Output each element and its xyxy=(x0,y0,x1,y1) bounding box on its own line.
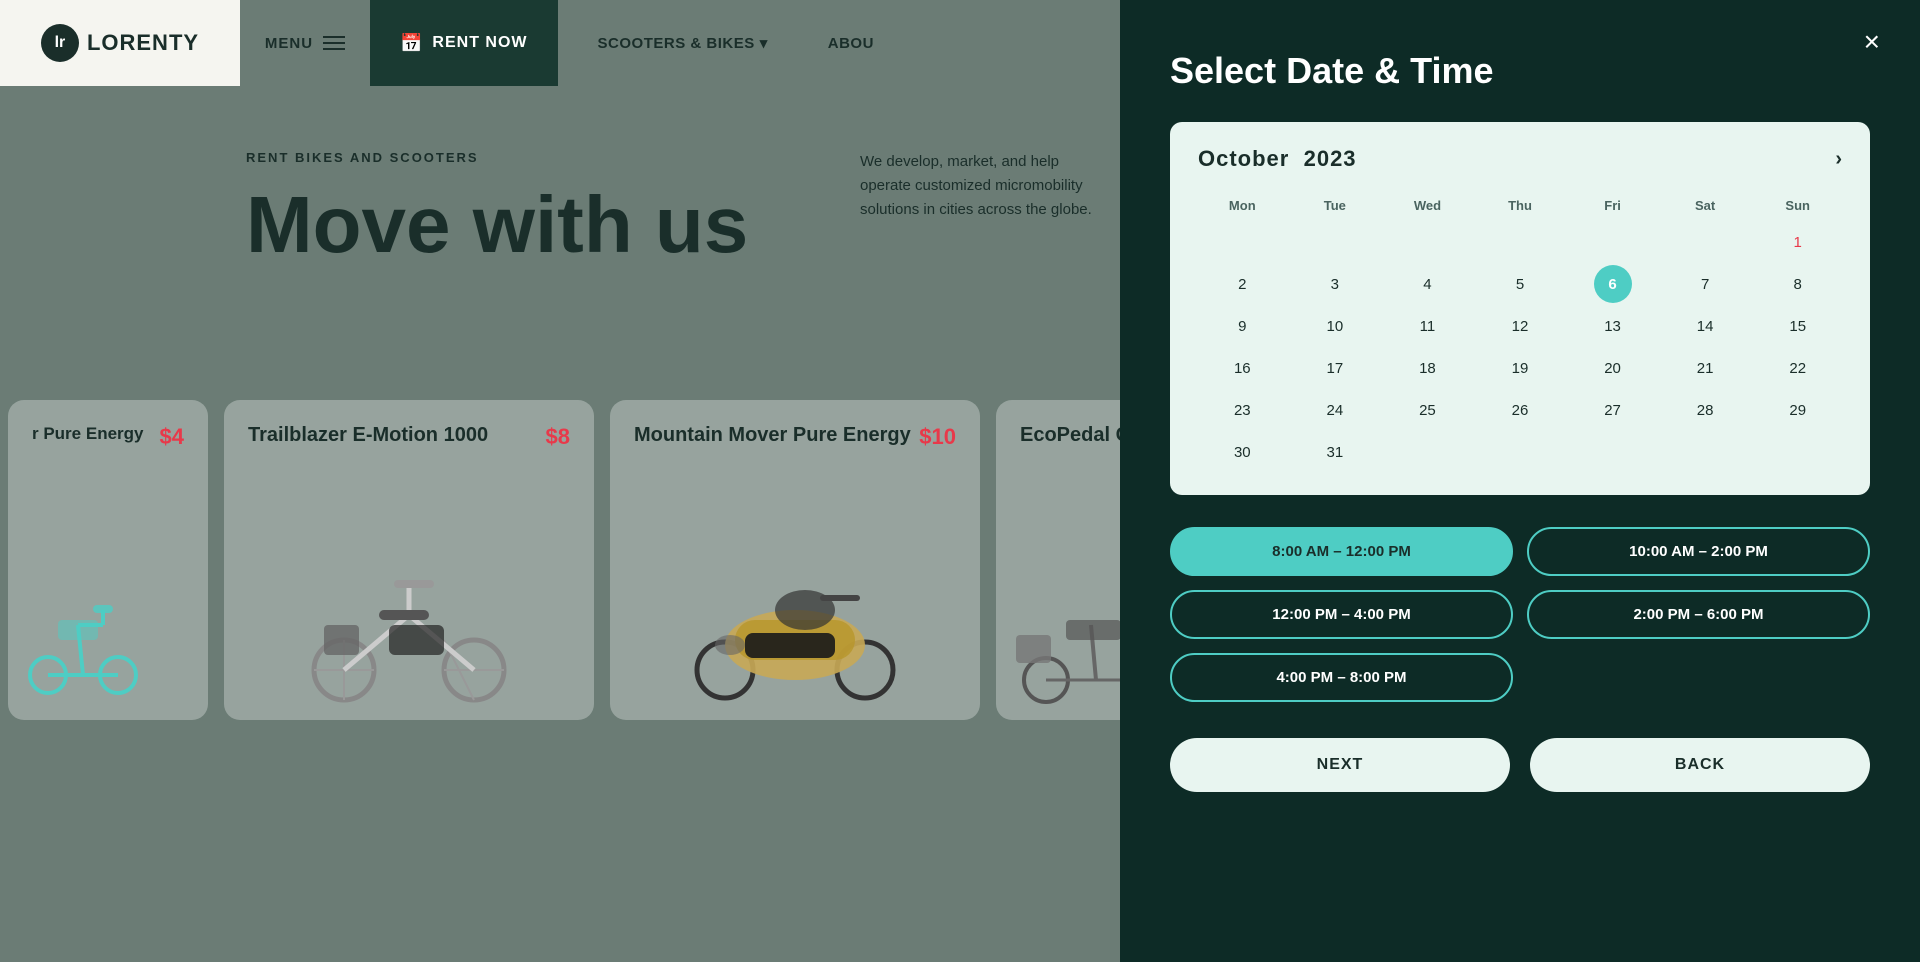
cal-day-empty-8 xyxy=(1501,433,1539,471)
cal-day-9[interactable]: 9 xyxy=(1223,307,1261,345)
close-button[interactable]: × xyxy=(1864,28,1880,56)
back-button[interactable]: BACK xyxy=(1530,738,1870,792)
cal-day-empty-11 xyxy=(1779,433,1817,471)
next-button[interactable]: NEXT xyxy=(1170,738,1510,792)
logo-area: lr LORENTY xyxy=(0,0,240,86)
cal-day-10[interactable]: 10 xyxy=(1316,307,1354,345)
day-header-sun: Sun xyxy=(1753,192,1842,219)
cal-day-empty-9 xyxy=(1594,433,1632,471)
cal-day-21[interactable]: 21 xyxy=(1686,349,1724,387)
cal-day-4[interactable]: 4 xyxy=(1408,265,1446,303)
cal-day-empty-6 xyxy=(1686,223,1724,261)
cal-day-empty-7 xyxy=(1408,433,1446,471)
logo-text: LORENTY xyxy=(87,30,199,56)
nav-about[interactable]: ABOU xyxy=(828,35,874,52)
time-slot-4[interactable]: 4:00 PM – 8:00 PM xyxy=(1170,653,1513,702)
cal-day-26[interactable]: 26 xyxy=(1501,391,1539,429)
date-time-panel: × Select Date & Time October 2023 › Mon … xyxy=(1120,0,1920,962)
day-header-fri: Fri xyxy=(1568,192,1657,219)
product-price-0: $4 xyxy=(160,424,184,450)
cal-day-13[interactable]: 13 xyxy=(1594,307,1632,345)
product-name-1: Trailblazer E-Motion 1000 xyxy=(248,424,488,447)
calendar-next-button[interactable]: › xyxy=(1835,148,1842,171)
cal-day-empty-4 xyxy=(1501,223,1539,261)
cal-day-23[interactable]: 23 xyxy=(1223,391,1261,429)
hero-description: We develop, market, and help operate cus… xyxy=(860,150,1100,222)
cal-day-28[interactable]: 28 xyxy=(1686,391,1724,429)
header: lr LORENTY MENU 📅 RENT NOW SCOOTERS & BI… xyxy=(0,0,1130,86)
logo-icon: lr xyxy=(41,24,79,62)
cal-day-1[interactable]: 1 xyxy=(1779,223,1817,261)
day-header-sat: Sat xyxy=(1661,192,1750,219)
product-price-1: $8 xyxy=(546,424,570,450)
cal-day-2[interactable]: 2 xyxy=(1223,265,1261,303)
day-header-thu: Thu xyxy=(1476,192,1565,219)
product-price-2: $10 xyxy=(919,424,956,450)
nav-scooters-bikes[interactable]: SCOOTERS & BIKES ▾ xyxy=(598,34,768,52)
cal-day-24[interactable]: 24 xyxy=(1316,391,1354,429)
panel-title: Select Date & Time xyxy=(1170,50,1870,92)
product-card-partial-left: r Pure Energy $4 xyxy=(8,400,208,720)
products-section: r Pure Energy $4 Trailblazer E-Motion 10… xyxy=(0,400,1224,720)
calendar: October 2023 › Mon Tue Wed Thu Fri Sat S… xyxy=(1170,122,1870,495)
cal-day-empty-10 xyxy=(1686,433,1724,471)
calendar-month-year: October 2023 xyxy=(1198,146,1357,172)
menu-label: MENU xyxy=(265,35,313,52)
day-header-mon: Mon xyxy=(1198,192,1287,219)
cal-day-empty-5 xyxy=(1594,223,1632,261)
time-slot-0[interactable]: 8:00 AM – 12:00 PM xyxy=(1170,527,1513,576)
chevron-down-icon: ▾ xyxy=(760,34,768,52)
product-image-1 xyxy=(289,545,529,710)
cal-day-25[interactable]: 25 xyxy=(1408,391,1446,429)
cal-day-12[interactable]: 12 xyxy=(1501,307,1539,345)
cal-day-5[interactable]: 5 xyxy=(1501,265,1539,303)
cal-day-29[interactable]: 29 xyxy=(1779,391,1817,429)
product-image-2 xyxy=(675,545,915,710)
calendar-grid: Mon Tue Wed Thu Fri Sat Sun 1 2 3 4 5 6 … xyxy=(1198,192,1842,471)
time-slot-1[interactable]: 10:00 AM – 2:00 PM xyxy=(1527,527,1870,576)
calendar-icon-small: 📅 xyxy=(400,33,422,54)
time-slot-2[interactable]: 12:00 PM – 4:00 PM xyxy=(1170,590,1513,639)
hamburger-icon xyxy=(323,36,345,50)
nav-scooters-bikes-label: SCOOTERS & BIKES xyxy=(598,35,755,52)
cal-day-15[interactable]: 15 xyxy=(1779,307,1817,345)
product-card-1: Trailblazer E-Motion 1000 $8 xyxy=(224,400,594,720)
cal-day-empty-1 xyxy=(1223,223,1261,261)
product-name-2: Mountain Mover Pure Energy xyxy=(634,424,911,447)
product-name-0: r Pure Energy xyxy=(32,424,144,444)
cal-day-3[interactable]: 3 xyxy=(1316,265,1354,303)
day-header-wed: Wed xyxy=(1383,192,1472,219)
rent-now-button[interactable]: 📅 RENT NOW xyxy=(370,0,558,86)
panel-buttons: NEXT BACK xyxy=(1170,738,1870,792)
product-card-2: Mountain Mover Pure Energy $10 xyxy=(610,400,980,720)
cal-day-14[interactable]: 14 xyxy=(1686,307,1724,345)
cal-day-empty-2 xyxy=(1316,223,1354,261)
calendar-year: 2023 xyxy=(1304,146,1357,171)
cal-day-17[interactable]: 17 xyxy=(1316,349,1354,387)
cal-day-19[interactable]: 19 xyxy=(1501,349,1539,387)
day-header-tue: Tue xyxy=(1291,192,1380,219)
cal-day-31[interactable]: 31 xyxy=(1316,433,1354,471)
nav-links: SCOOTERS & BIKES ▾ ABOU xyxy=(558,0,914,86)
cal-day-6[interactable]: 6 xyxy=(1594,265,1632,303)
cal-day-18[interactable]: 18 xyxy=(1408,349,1446,387)
nav-about-label: ABOU xyxy=(828,35,874,52)
calendar-header: October 2023 › xyxy=(1198,146,1842,172)
time-slot-3[interactable]: 2:00 PM – 6:00 PM xyxy=(1527,590,1870,639)
rent-now-label: RENT NOW xyxy=(432,34,527,52)
cal-day-30[interactable]: 30 xyxy=(1223,433,1261,471)
cal-day-empty-3 xyxy=(1408,223,1446,261)
cal-day-20[interactable]: 20 xyxy=(1594,349,1632,387)
calendar-month: October xyxy=(1198,146,1289,171)
time-slots-grid: 8:00 AM – 12:00 PM 10:00 AM – 2:00 PM 12… xyxy=(1170,527,1870,702)
cal-day-11[interactable]: 11 xyxy=(1408,307,1446,345)
menu-button[interactable]: MENU xyxy=(240,0,370,86)
cal-day-7[interactable]: 7 xyxy=(1686,265,1724,303)
cal-day-16[interactable]: 16 xyxy=(1223,349,1261,387)
cal-day-27[interactable]: 27 xyxy=(1594,391,1632,429)
product-name-3: EcoPedal Cl xyxy=(1020,424,1136,447)
cal-day-22[interactable]: 22 xyxy=(1779,349,1817,387)
cal-day-8[interactable]: 8 xyxy=(1779,265,1817,303)
product-image-0 xyxy=(18,575,148,710)
